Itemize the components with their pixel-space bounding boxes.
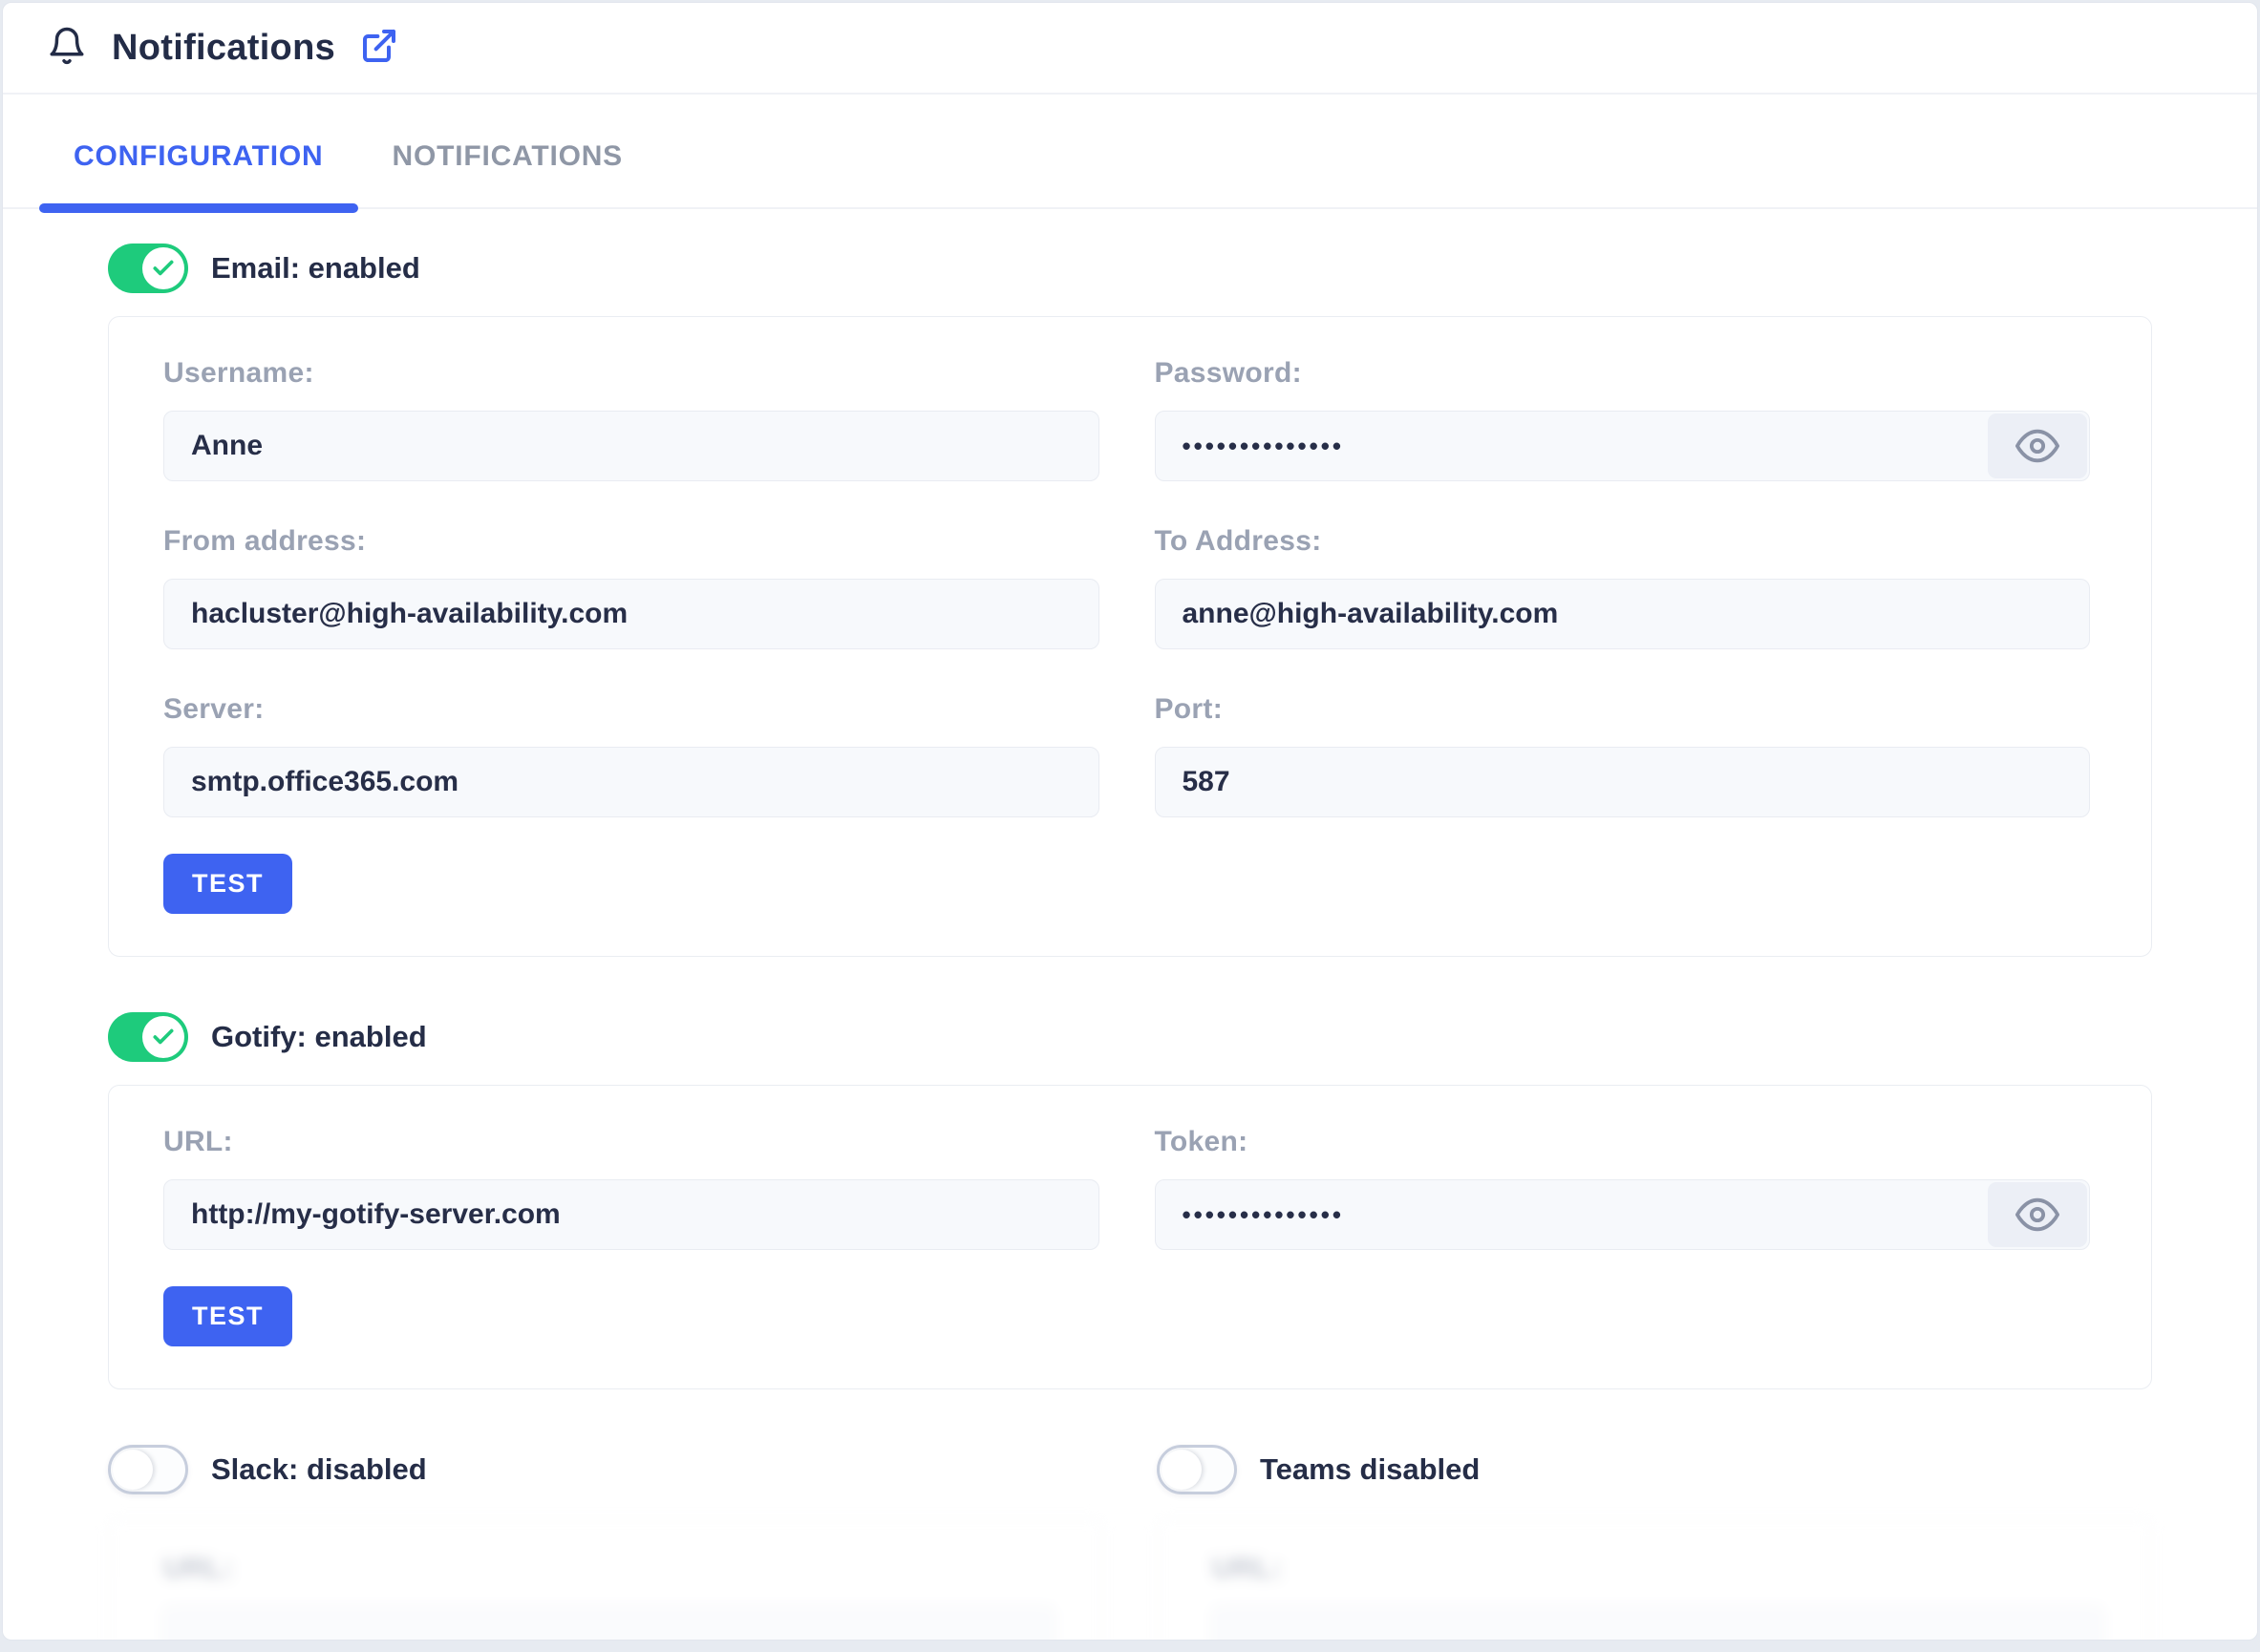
from-address-input[interactable] <box>163 579 1099 649</box>
bell-icon <box>47 24 87 73</box>
email-card: Username: Password: <box>108 316 2152 957</box>
slack-toggle[interactable] <box>108 1445 188 1494</box>
username-input[interactable] <box>163 411 1099 481</box>
check-icon <box>151 1025 176 1049</box>
port-field: Port: <box>1155 688 2091 817</box>
server-label: Server: <box>163 693 1099 726</box>
teams-url-field: URL: <box>1212 1553 2103 1641</box>
gotify-test-button[interactable]: TEST <box>163 1286 292 1346</box>
gotify-toggle-label: Gotify: enabled <box>211 1020 427 1054</box>
slack-card: URL: TEST <box>108 1517 1103 1641</box>
email-toggle-row: Email: enabled <box>108 244 2152 293</box>
gotify-section: Gotify: enabled URL: Token: <box>108 1012 2152 1389</box>
teams-toggle-knob <box>1162 1450 1202 1490</box>
slack-toggle-row: Slack: disabled <box>108 1445 1103 1494</box>
gotify-card: URL: Token: <box>108 1085 2152 1389</box>
email-test-button[interactable]: TEST <box>163 854 292 914</box>
tab-bar: CONFIGURATION NOTIFICATIONS <box>3 95 2257 209</box>
email-toggle[interactable] <box>108 244 188 293</box>
gotify-token-eye-button[interactable] <box>1988 1182 2087 1247</box>
eye-icon <box>2015 424 2059 468</box>
password-input[interactable] <box>1155 411 2091 481</box>
slack-url-field: URL: <box>163 1553 1055 1641</box>
from-address-label: From address: <box>163 525 1099 558</box>
header: Notifications <box>3 3 2257 95</box>
check-icon <box>151 256 176 281</box>
from-address-field: From address: <box>163 519 1099 649</box>
page-title: Notifications <box>112 28 335 69</box>
tab-notifications[interactable]: NOTIFICATIONS <box>358 95 658 207</box>
username-label: Username: <box>163 357 1099 390</box>
slack-url-input <box>163 1606 1055 1641</box>
slack-toggle-knob <box>113 1450 153 1490</box>
gotify-toggle[interactable] <box>108 1012 188 1062</box>
teams-toggle-row: Teams disabled <box>1157 1445 2152 1494</box>
to-address-label: To Address: <box>1155 525 2091 558</box>
slack-url-label: URL: <box>163 1553 1055 1585</box>
gotify-toggle-row: Gotify: enabled <box>108 1012 2152 1062</box>
configuration-content: Email: enabled Username: Password: <box>3 209 2257 1641</box>
port-input[interactable] <box>1155 747 2091 817</box>
to-address-field: To Address: <box>1155 519 2091 649</box>
slack-toggle-label: Slack: disabled <box>211 1452 427 1487</box>
port-label: Port: <box>1155 693 2091 726</box>
disabled-integrations-row: Slack: disabled URL: TEST <box>108 1445 2152 1641</box>
teams-toggle-label: Teams disabled <box>1260 1452 1480 1487</box>
external-link-icon[interactable] <box>360 27 398 70</box>
teams-card: URL: TEST <box>1157 1517 2152 1641</box>
gotify-url-input[interactable] <box>163 1179 1099 1250</box>
password-eye-button[interactable] <box>1988 413 2087 478</box>
notifications-panel: Notifications CONFIGURATION NOTIFICATION… <box>2 2 2258 1641</box>
gotify-url-field: URL: <box>163 1120 1099 1250</box>
gotify-token-input[interactable] <box>1155 1179 2091 1250</box>
gotify-url-label: URL: <box>163 1126 1099 1158</box>
password-label: Password: <box>1155 357 2091 390</box>
password-field: Password: <box>1155 351 2091 481</box>
gotify-token-field: Token: <box>1155 1120 2091 1250</box>
teams-url-input <box>1212 1606 2103 1641</box>
slack-section: Slack: disabled URL: TEST <box>108 1445 1103 1641</box>
email-section: Email: enabled Username: Password: <box>108 244 2152 957</box>
username-field: Username: <box>163 351 1099 481</box>
eye-icon <box>2015 1193 2059 1237</box>
email-toggle-label: Email: enabled <box>211 251 420 286</box>
gotify-toggle-knob <box>142 1016 184 1058</box>
tab-configuration[interactable]: CONFIGURATION <box>39 95 358 207</box>
teams-toggle[interactable] <box>1157 1445 1237 1494</box>
server-input[interactable] <box>163 747 1099 817</box>
teams-section: Teams disabled URL: TEST <box>1157 1445 2152 1641</box>
gotify-token-label: Token: <box>1155 1126 2091 1158</box>
teams-url-label: URL: <box>1212 1553 2103 1585</box>
to-address-input[interactable] <box>1155 579 2091 649</box>
server-field: Server: <box>163 688 1099 817</box>
email-toggle-knob <box>142 247 184 289</box>
